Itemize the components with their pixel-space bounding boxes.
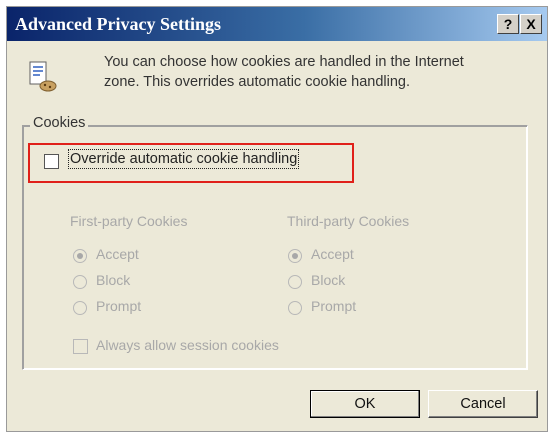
third-party-prompt-radio[interactable] — [288, 301, 302, 315]
cancel-button[interactable]: Cancel — [428, 390, 538, 418]
dialog-title: Advanced Privacy Settings — [15, 14, 221, 34]
help-button[interactable]: ? — [497, 14, 519, 34]
session-cookies-checkbox[interactable] — [73, 339, 88, 354]
override-checkbox-label[interactable]: Override automatic cookie handling — [67, 149, 300, 169]
third-party-prompt-label[interactable]: Prompt — [311, 298, 356, 314]
first-party-heading: First-party Cookies — [70, 213, 188, 229]
title-bar[interactable]: Advanced Privacy Settings ? X — [7, 7, 547, 41]
cookies-group-legend: Cookies — [30, 115, 89, 131]
third-party-accept-radio[interactable] — [288, 249, 302, 263]
description-line-2: zone. This overrides automatic cookie ha… — [104, 74, 411, 90]
session-cookies-label[interactable]: Always allow session cookies — [96, 337, 279, 353]
first-party-block-label[interactable]: Block — [96, 272, 130, 288]
third-party-accept-label[interactable]: Accept — [311, 246, 354, 262]
third-party-heading: Third-party Cookies — [287, 213, 410, 229]
third-party-block-label[interactable]: Block — [311, 272, 345, 288]
first-party-accept-label[interactable]: Accept — [96, 246, 139, 262]
close-button[interactable]: X — [520, 14, 542, 34]
override-checkbox[interactable] — [44, 154, 59, 169]
ok-button[interactable]: OK — [310, 390, 420, 418]
first-party-block-radio[interactable] — [73, 275, 87, 289]
first-party-accept-radio[interactable] — [73, 249, 87, 263]
first-party-prompt-radio[interactable] — [73, 301, 87, 315]
description-line-1: You can choose how cookies are handled i… — [104, 54, 464, 70]
cookie-document-icon — [29, 61, 57, 92]
description-text: You can choose how cookies are handled i… — [104, 52, 504, 92]
first-party-prompt-label[interactable]: Prompt — [96, 298, 141, 314]
third-party-block-radio[interactable] — [288, 275, 302, 289]
